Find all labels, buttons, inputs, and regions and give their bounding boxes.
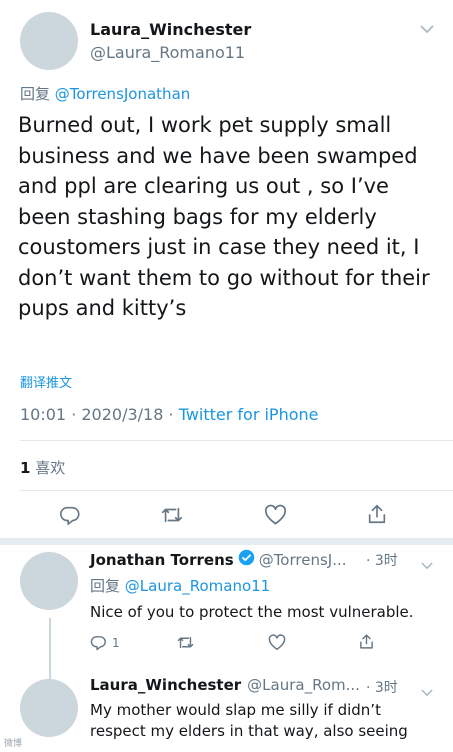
likes-label: 喜欢 [35, 459, 66, 477]
reply-time: · 3时 [366, 680, 398, 696]
tweet-date: 2020/3/18 [81, 405, 164, 424]
tweet-meta: 10:01 · 2020/3/18 · Twitter for iPhone [20, 405, 319, 424]
share-button[interactable] [366, 503, 388, 525]
reply-text: My mother would slap me silly if didn’t … [90, 701, 408, 740]
like-button[interactable] [264, 504, 287, 526]
reply-author-avatar[interactable] [20, 679, 78, 737]
reply-button[interactable] [59, 504, 81, 526]
reply-author-name[interactable]: Jonathan Torrens [90, 551, 234, 569]
retweet-icon [160, 504, 184, 526]
like-button[interactable] [268, 634, 286, 651]
reply-icon [90, 634, 107, 651]
reply-icon [59, 504, 81, 526]
watermark: 微博 [4, 739, 23, 749]
reply-prefix: 回复 [20, 85, 51, 103]
like-icon [264, 504, 287, 526]
reply-header: Laura_Winchester @Laura_Rom... [90, 676, 360, 694]
reply-context: 回复 @TorrensJonathan [20, 83, 190, 104]
share-icon [366, 503, 388, 525]
divider [20, 440, 453, 441]
reply-author-handle[interactable]: @TorrensJ... [259, 551, 347, 569]
retweet-icon [176, 634, 195, 651]
tweet-source-link[interactable]: Twitter for iPhone [179, 405, 319, 424]
chevron-down-icon[interactable] [421, 555, 433, 574]
share-icon [358, 633, 375, 650]
retweet-button[interactable] [160, 504, 184, 526]
reply-count: 1 [112, 635, 120, 650]
like-icon [268, 634, 286, 651]
author-avatar[interactable] [20, 12, 78, 70]
reply-author-name[interactable]: Laura_Winchester [90, 676, 241, 694]
reply-header: Jonathan Torrens @TorrensJ... [90, 549, 347, 570]
author-handle[interactable]: @Laura_Romano11 [90, 43, 245, 62]
reply-to-link[interactable]: @Laura_Romano11 [125, 577, 270, 595]
reply-prefix: 回复 [90, 577, 121, 595]
thread-line [49, 618, 51, 680]
reply-text: Nice of you to protect the most vulnerab… [90, 603, 414, 621]
reply-to-link[interactable]: @TorrensJonathan [55, 85, 190, 103]
divider [20, 490, 453, 491]
reply-author-handle[interactable]: @Laura_Rom... [247, 676, 360, 694]
tweet-time: 10:01 [20, 405, 67, 424]
tweet-text: Burned out, I work pet supply small busi… [18, 113, 430, 320]
retweet-button[interactable] [176, 634, 195, 651]
chevron-down-icon[interactable] [421, 682, 433, 701]
likes-summary[interactable]: 1 喜欢 [20, 457, 65, 478]
chevron-down-icon[interactable] [420, 22, 434, 38]
reply-button[interactable]: 1 [90, 634, 120, 651]
translate-tweet-link[interactable]: 翻译推文 [20, 372, 72, 391]
author-name[interactable]: Laura_Winchester [90, 20, 251, 39]
verified-badge-icon [238, 549, 255, 570]
reply-time: · 3时 [366, 553, 398, 569]
section-divider [0, 538, 453, 545]
reply-context: 回复 @Laura_Romano11 [90, 575, 270, 596]
share-button[interactable] [358, 633, 375, 650]
reply-author-avatar[interactable] [20, 552, 78, 610]
likes-count: 1 [20, 459, 31, 477]
